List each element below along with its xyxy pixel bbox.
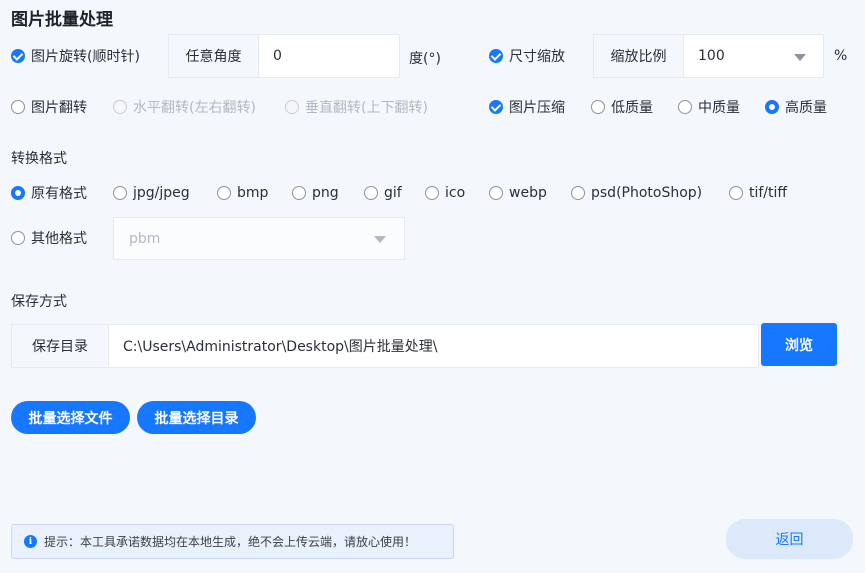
flip-horizontal-radio[interactable]: 水平翻转(左右翻转) — [113, 96, 256, 118]
other-format-value: pbm — [129, 230, 161, 247]
scale-group: 缩放比例 100 — [593, 34, 824, 78]
format-option-label: webp — [509, 185, 547, 201]
format-option-label: png — [312, 185, 339, 201]
flip-vertical-radio[interactable]: 垂直翻转(上下翻转) — [285, 96, 428, 118]
browse-button[interactable]: 浏览 — [761, 323, 837, 366]
back-button[interactable]: 返回 — [726, 519, 853, 559]
radio-icon — [285, 100, 299, 114]
flip-horizontal-label: 水平翻转(左右翻转) — [133, 100, 256, 116]
radio-icon — [591, 100, 605, 114]
radio-icon — [489, 186, 503, 200]
check-icon — [11, 49, 25, 63]
quality-mid-radio[interactable]: 中质量 — [678, 96, 740, 118]
quality-mid-label: 中质量 — [698, 100, 740, 116]
radio-icon — [425, 186, 439, 200]
quality-high-radio[interactable]: 高质量 — [765, 96, 827, 118]
compress-checkbox[interactable]: 图片压缩 — [489, 96, 565, 118]
radio-icon — [729, 186, 743, 200]
format-option-label: ico — [445, 185, 466, 201]
format-section-label: 转换格式 — [11, 151, 67, 167]
radio-icon — [113, 100, 127, 114]
quality-low-radio[interactable]: 低质量 — [591, 96, 653, 118]
check-icon — [489, 100, 503, 114]
save-dir-label: 保存目录 — [12, 325, 108, 367]
select-files-button[interactable]: 批量选择文件 — [11, 401, 130, 434]
format-option-bmp[interactable]: bmp — [217, 182, 268, 204]
angle-unit: 度(°) — [409, 51, 441, 67]
format-option-original[interactable]: 原有格式 — [11, 182, 87, 204]
rotate-label: 图片旋转(顺时针) — [31, 49, 140, 65]
page-title: 图片批量处理 — [11, 10, 113, 30]
compress-label: 图片压缩 — [509, 100, 565, 116]
radio-icon — [11, 186, 25, 200]
format-option-jpg[interactable]: jpg/jpeg — [113, 182, 190, 204]
format-option-psd[interactable]: psd(PhotoShop) — [571, 182, 702, 204]
format-option-tif[interactable]: tif/tiff — [729, 182, 787, 204]
info-icon: i — [24, 535, 37, 548]
format-option-other[interactable]: 其他格式 — [11, 227, 87, 249]
scale-value: 100 — [698, 48, 725, 64]
resize-checkbox[interactable]: 尺寸缩放 — [489, 45, 565, 67]
tip-banner: i 提示：本工具承诺数据均在本地生成，绝不会上传云端，请放心使用！ — [11, 524, 454, 559]
tip-text: 提示：本工具承诺数据均在本地生成，绝不会上传云端，请放心使用！ — [44, 535, 417, 549]
format-option-label: gif — [384, 185, 402, 201]
rotate-checkbox[interactable]: 图片旋转(顺时针) — [11, 45, 140, 67]
radio-icon — [11, 231, 25, 245]
format-option-gif[interactable]: gif — [364, 182, 402, 204]
other-format-select[interactable]: pbm — [113, 217, 405, 260]
format-option-png[interactable]: png — [292, 182, 339, 204]
radio-icon — [292, 186, 306, 200]
chevron-down-icon — [374, 236, 386, 243]
radio-icon — [113, 186, 127, 200]
angle-input[interactable]: 0 — [258, 35, 399, 77]
angle-label: 任意角度 — [169, 35, 258, 77]
check-icon — [489, 49, 503, 63]
radio-icon — [678, 100, 692, 114]
format-option-label: 原有格式 — [31, 186, 87, 202]
resize-label: 尺寸缩放 — [509, 49, 565, 65]
radio-icon — [11, 100, 25, 114]
radio-icon — [364, 186, 378, 200]
flip-radio[interactable]: 图片翻转 — [11, 96, 87, 118]
flip-label: 图片翻转 — [31, 100, 87, 116]
flip-vertical-label: 垂直翻转(上下翻转) — [305, 100, 428, 116]
format-option-ico[interactable]: ico — [425, 182, 465, 204]
format-option-webp[interactable]: webp — [489, 182, 547, 204]
other-format-label: 其他格式 — [31, 231, 87, 247]
chevron-down-icon — [794, 54, 806, 61]
save-section-label: 保存方式 — [11, 294, 67, 310]
scale-select[interactable]: 100 — [683, 35, 823, 77]
save-dir-input[interactable]: C:\Users\Administrator\Desktop\图片批量处理\ — [108, 325, 758, 367]
format-option-label: jpg/jpeg — [133, 185, 190, 201]
format-option-label: bmp — [237, 185, 269, 201]
save-dir-group: 保存目录 C:\Users\Administrator\Desktop\图片批量… — [11, 324, 759, 368]
scale-unit: % — [834, 48, 848, 64]
radio-icon — [765, 100, 779, 114]
quality-high-label: 高质量 — [785, 100, 827, 116]
select-dir-button[interactable]: 批量选择目录 — [137, 401, 256, 434]
quality-low-label: 低质量 — [611, 100, 653, 116]
scale-label: 缩放比例 — [594, 35, 683, 77]
radio-icon — [571, 186, 585, 200]
radio-icon — [217, 186, 231, 200]
format-option-label: tif/tiff — [749, 185, 788, 201]
format-option-label: psd(PhotoShop) — [591, 185, 703, 201]
angle-group: 任意角度 0 — [168, 34, 400, 78]
